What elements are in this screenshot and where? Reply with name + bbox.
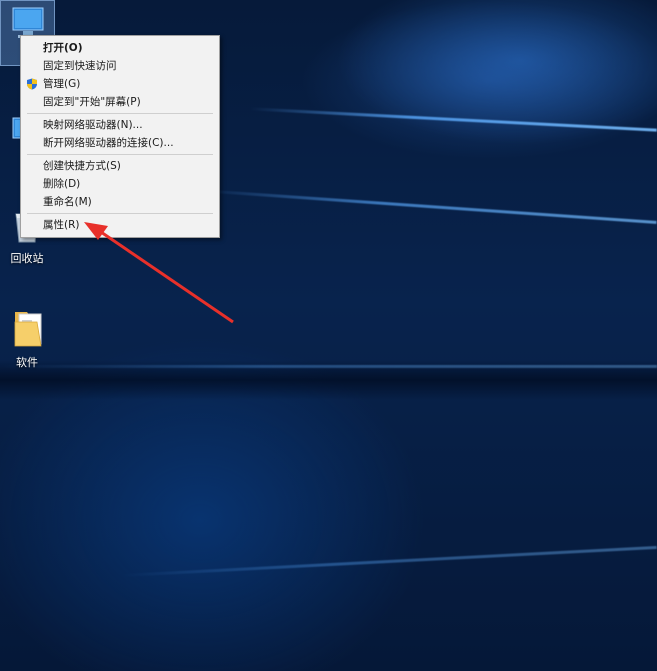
desktop[interactable]: 回收站 软件 打开(O) 固定到快速访问 管理(G) 固定到"开始"屏幕(P) …: [0, 0, 657, 671]
annotation-arrow: [84, 222, 234, 324]
